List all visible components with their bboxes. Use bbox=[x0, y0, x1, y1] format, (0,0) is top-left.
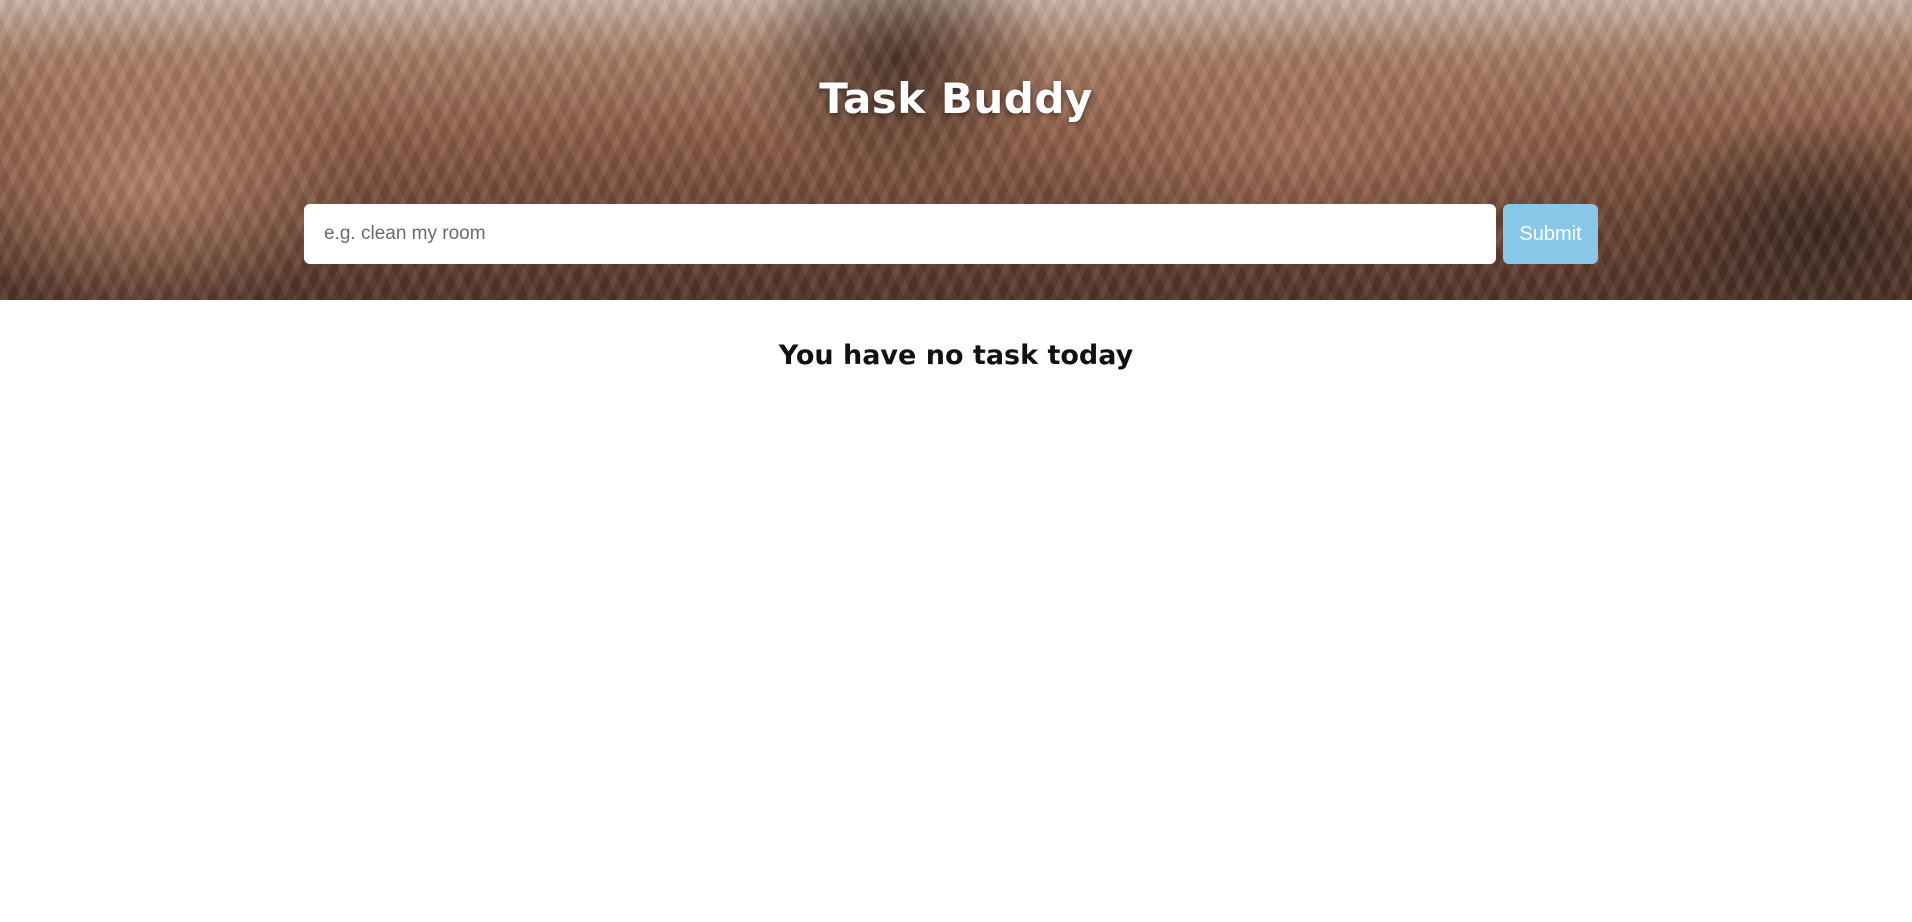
submit-button[interactable]: Submit bbox=[1503, 204, 1598, 264]
task-form: Submit bbox=[304, 204, 1598, 264]
empty-task-message: You have no task today bbox=[778, 340, 1134, 371]
task-input[interactable] bbox=[304, 204, 1496, 264]
app-title: Task Buddy bbox=[819, 74, 1093, 123]
hero-banner: Task Buddy Submit bbox=[0, 0, 1912, 300]
